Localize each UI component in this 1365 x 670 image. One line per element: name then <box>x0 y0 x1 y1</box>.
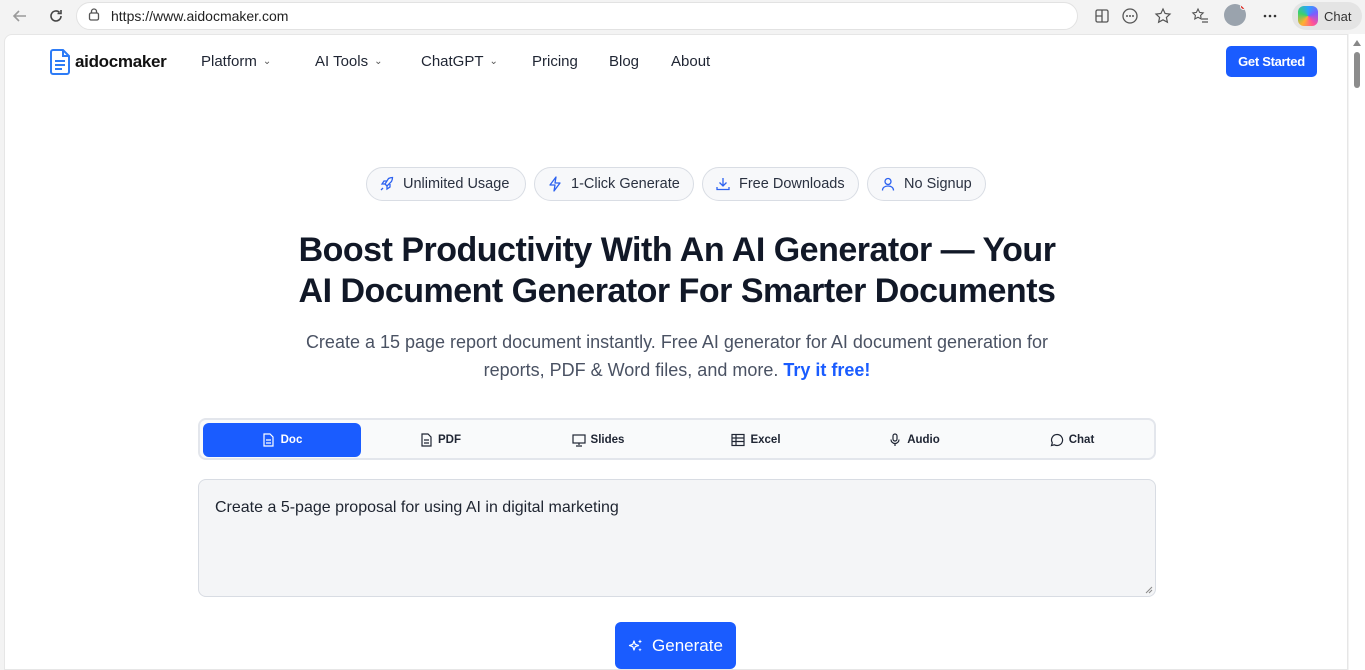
feature-label: No Signup <box>904 176 972 192</box>
user-icon <box>880 176 896 192</box>
feature-label: 1-Click Generate <box>571 176 680 192</box>
favorite-star-icon[interactable] <box>1150 4 1176 28</box>
generator-type-tabs: Doc PDF Slides Excel Audio Chat <box>198 418 1156 460</box>
browser-toolbar: https://www.aidocmaker.com Chat <box>0 0 1365 34</box>
tab-slides[interactable]: Slides <box>519 423 677 457</box>
more-tools-icon[interactable] <box>1117 4 1143 28</box>
page-viewport: aidocmaker Platform ⌄ AI Tools ⌄ ChatGPT… <box>4 34 1348 670</box>
try-it-free-link[interactable]: Try it free! <box>783 360 870 380</box>
pdf-icon <box>419 433 433 447</box>
chat-bubble-icon <box>1050 433 1064 447</box>
download-icon <box>715 176 731 192</box>
scroll-up-arrow-icon[interactable] <box>1353 40 1361 46</box>
table-icon <box>731 433 746 447</box>
nav-label: AI Tools <box>315 53 369 70</box>
site-logo[interactable]: aidocmaker <box>50 49 167 75</box>
tab-audio[interactable]: Audio <box>835 423 993 457</box>
feature-label: Unlimited Usage <box>403 176 510 192</box>
tab-label: PDF <box>438 434 461 446</box>
tab-label: Excel <box>750 434 781 446</box>
nav-about[interactable]: About <box>671 53 710 70</box>
generate-label: Generate <box>652 635 723 655</box>
feature-one-click-generate: 1-Click Generate <box>534 167 694 201</box>
chat-label: Chat <box>1324 8 1352 24</box>
nav-label: Pricing <box>532 53 578 70</box>
nav-label: About <box>671 53 711 70</box>
page-scrollbar[interactable] <box>1349 34 1365 670</box>
hero-headline-line2: AI Document Generator For Smarter Docume… <box>298 272 1056 310</box>
logo-document-icon <box>50 49 70 75</box>
prompt-textarea[interactable]: Create a 5-page proposal for using AI in… <box>198 479 1156 597</box>
tab-label: Slides <box>590 434 625 446</box>
hero-subtitle-line1: Create a 15 page report document instant… <box>305 332 1049 352</box>
site-header: aidocmaker Platform ⌄ AI Tools ⌄ ChatGPT… <box>5 35 1347 91</box>
get-started-button[interactable]: Get Started <box>1226 46 1317 77</box>
sparkles-icon <box>628 639 643 651</box>
microphone-icon <box>888 433 902 447</box>
tab-label: Doc <box>280 434 303 446</box>
feature-no-signup: No Signup <box>867 167 986 201</box>
lock-icon <box>87 7 101 26</box>
tab-doc[interactable]: Doc <box>203 423 361 457</box>
tab-excel[interactable]: Excel <box>677 423 835 457</box>
presentation-icon <box>571 433 586 447</box>
hero-subtitle-text: reports, PDF & Word files, and more. <box>483 360 779 380</box>
reload-icon[interactable] <box>42 4 70 28</box>
document-icon <box>262 433 276 447</box>
nav-blog[interactable]: Blog <box>609 53 639 70</box>
feature-label: Free Downloads <box>739 176 845 192</box>
address-bar[interactable]: https://www.aidocmaker.com <box>76 2 1078 30</box>
lightning-icon <box>547 176 563 192</box>
tab-label: Chat <box>1068 434 1095 446</box>
back-arrow-icon[interactable] <box>6 4 34 28</box>
prompt-value: Create a 5-page proposal for using AI in… <box>215 499 619 516</box>
favorites-list-icon[interactable] <box>1187 4 1213 28</box>
generate-button[interactable]: Generate <box>615 622 736 669</box>
chevron-down-icon: ⌄ <box>489 56 498 67</box>
url-text: https://www.aidocmaker.com <box>111 8 289 24</box>
nav-label: Blog <box>609 53 640 70</box>
hero-headline-line1: Boost Productivity With An AI Generator … <box>298 231 1056 269</box>
logo-text: aidocmaker <box>75 52 167 71</box>
tab-label: Audio <box>907 434 940 446</box>
profile-avatar[interactable] <box>1224 4 1246 26</box>
nav-label: Platform <box>201 53 257 70</box>
tab-pdf[interactable]: PDF <box>361 423 519 457</box>
copilot-icon <box>1298 6 1318 26</box>
chevron-down-icon: ⌄ <box>374 56 383 67</box>
nav-label: ChatGPT <box>421 53 484 70</box>
chevron-down-icon: ⌄ <box>262 56 272 67</box>
tab-chat[interactable]: Chat <box>993 423 1151 457</box>
nav-platform[interactable]: Platform ⌄ <box>201 53 271 70</box>
nav-chatgpt[interactable]: ChatGPT ⌄ <box>421 53 498 70</box>
settings-menu-icon[interactable] <box>1257 4 1283 28</box>
split-screen-icon[interactable] <box>1089 4 1115 28</box>
nav-pricing[interactable]: Pricing <box>532 53 578 70</box>
scrollbar-thumb[interactable] <box>1354 52 1360 88</box>
nav-ai-tools[interactable]: AI Tools ⌄ <box>315 53 382 70</box>
feature-free-downloads: Free Downloads <box>702 167 859 201</box>
rocket-icon <box>379 176 395 192</box>
notification-dot <box>1240 4 1246 10</box>
hero-subtitle-line2: reports, PDF & Word files, and more. Try… <box>5 360 1347 381</box>
copilot-chat-button[interactable]: Chat <box>1292 2 1362 30</box>
feature-unlimited-usage: Unlimited Usage <box>366 167 526 201</box>
resize-handle-icon[interactable] <box>1145 586 1153 594</box>
